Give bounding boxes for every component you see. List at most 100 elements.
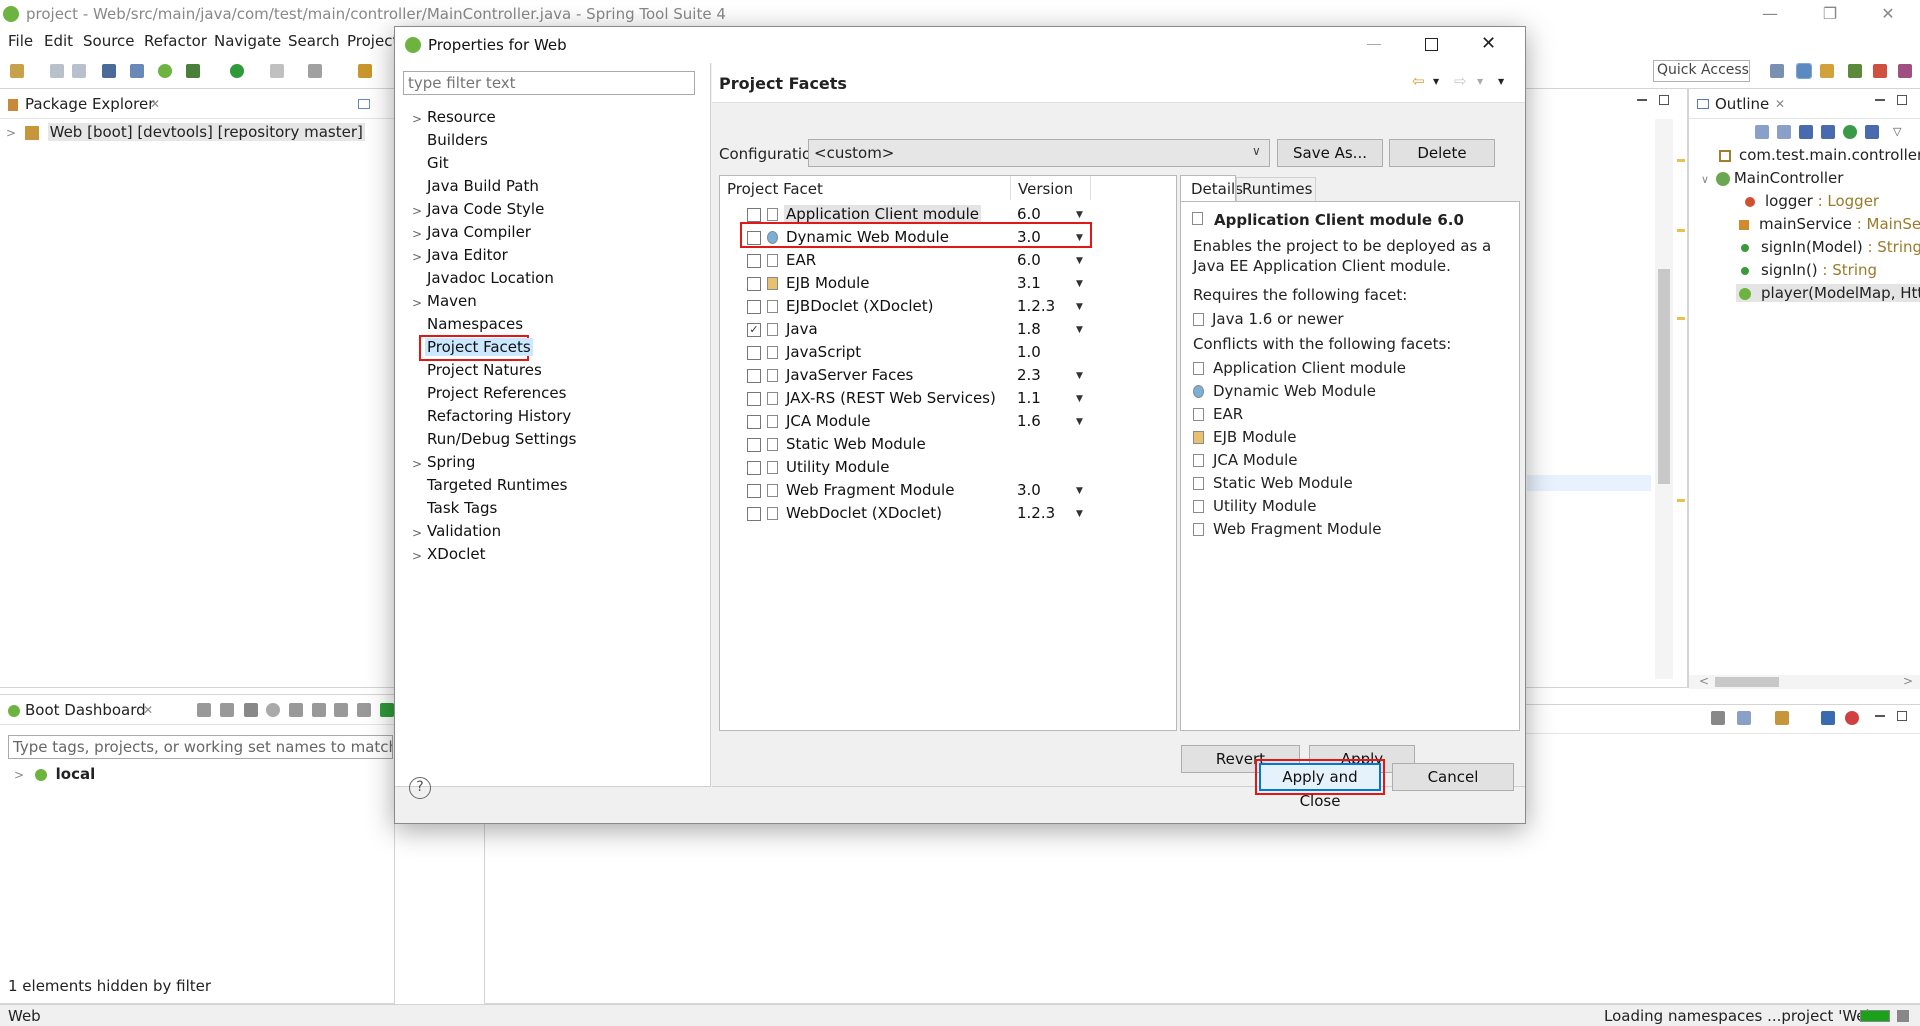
menu-source[interactable]: Source	[83, 32, 135, 50]
dialog-maximize-button[interactable]	[1425, 38, 1438, 51]
hide-local-types-icon[interactable]	[1865, 125, 1879, 139]
expand-chevron-icon[interactable]: >	[412, 112, 422, 126]
forward-arrow-icon[interactable]: ⇨	[1454, 72, 1467, 90]
minimize-view-icon[interactable]	[1637, 99, 1647, 101]
facet-checkbox[interactable]	[747, 438, 761, 452]
collapse-all-icon[interactable]	[1755, 125, 1769, 139]
nav-item-refactoring-history[interactable]: Refactoring History	[427, 407, 571, 425]
git-perspective-icon[interactable]	[1873, 64, 1887, 78]
display-console-icon[interactable]	[1737, 711, 1751, 725]
start-icon[interactable]	[197, 703, 211, 717]
nav-item-task-tags[interactable]: Task Tags	[427, 499, 497, 517]
facet-row[interactable]: Utility Module	[720, 457, 1176, 479]
version-dropdown-icon[interactable]: ▼	[1076, 279, 1083, 289]
nav-item-validation[interactable]: Validation	[427, 522, 501, 540]
expand-chevron-icon[interactable]: >	[6, 126, 16, 140]
version-dropdown-icon[interactable]: ▼	[1076, 371, 1083, 381]
console-icon[interactable]	[102, 64, 116, 78]
facet-checkbox[interactable]	[747, 461, 761, 475]
open-console-icon[interactable]	[1821, 711, 1835, 725]
stop-app-icon[interactable]	[244, 703, 258, 717]
back-arrow-icon[interactable]: ⇦	[1412, 72, 1425, 90]
scroll-thumb[interactable]	[1715, 677, 1779, 687]
scroll-thumb[interactable]	[1658, 269, 1670, 484]
outline-item[interactable]: signIn(Model) : String	[1741, 238, 1920, 256]
open-type-icon[interactable]	[358, 64, 372, 78]
nav-item-java-compiler[interactable]: Java Compiler	[427, 223, 531, 241]
boot-dashboard-close-icon[interactable]: ✕	[143, 703, 153, 717]
dialog-close-button[interactable]: ✕	[1481, 33, 1496, 54]
boot-dashboard-tab[interactable]: Boot Dashboard	[25, 701, 146, 719]
facet-version[interactable]: 3.1	[1017, 274, 1041, 292]
view-menu-icon[interactable]: ▼	[1498, 77, 1504, 86]
menu-edit[interactable]: Edit	[44, 32, 73, 50]
facet-row[interactable]: EJBDoclet (XDoclet) 1.2.3 ▼	[720, 296, 1176, 318]
version-dropdown-icon[interactable]: ▼	[1076, 394, 1083, 404]
tree-item[interactable]: > local	[14, 765, 95, 783]
menu-search[interactable]: Search	[288, 32, 340, 50]
scroll-right-icon[interactable]: >	[1903, 674, 1913, 688]
hide-fields-icon[interactable]	[1799, 125, 1813, 139]
nav-item-java-editor[interactable]: Java Editor	[427, 246, 508, 264]
external-tools-icon[interactable]	[308, 64, 322, 78]
facet-checkbox[interactable]	[747, 415, 761, 429]
version-dropdown-icon[interactable]: ▼	[1076, 417, 1083, 427]
nav-item-builders[interactable]: Builders	[427, 131, 488, 149]
facet-version[interactable]: 2.3	[1017, 366, 1041, 384]
facet-col-header[interactable]: Project Facet	[727, 180, 823, 198]
version-dropdown-icon[interactable]: ▼	[1076, 486, 1083, 496]
facet-version[interactable]: 6.0	[1017, 251, 1041, 269]
facet-checkbox[interactable]	[747, 346, 761, 360]
nav-item-targeted-runtimes[interactable]: Targeted Runtimes	[427, 476, 567, 494]
configuration-combo[interactable]: <custom> ∨	[808, 139, 1270, 167]
scroll-left-icon[interactable]: <	[1699, 674, 1709, 688]
delete-button[interactable]: Delete	[1389, 139, 1495, 167]
progress-stop-icon[interactable]	[1897, 1010, 1909, 1022]
facet-checkbox[interactable]	[747, 277, 761, 291]
menu-refactor[interactable]: Refactor	[144, 32, 207, 50]
edit-icon[interactable]	[312, 703, 326, 717]
version-dropdown-icon[interactable]: ▼	[1076, 302, 1083, 312]
minimize-view-icon[interactable]	[1875, 715, 1885, 717]
expose-icon[interactable]	[357, 703, 371, 717]
nav-item-project-references[interactable]: Project References	[427, 384, 566, 402]
facet-version[interactable]: 1.6	[1017, 412, 1041, 430]
save-icon[interactable]	[50, 64, 64, 78]
sort-icon[interactable]	[1777, 125, 1791, 139]
facet-checkbox[interactable]: ✓	[747, 323, 761, 337]
expand-chevron-icon[interactable]: >	[412, 457, 422, 471]
run-icon[interactable]	[230, 64, 244, 78]
filter-input[interactable]	[403, 71, 695, 95]
expand-chevron-icon[interactable]: >	[14, 768, 24, 782]
outline-item[interactable]: signIn() : String	[1741, 261, 1877, 279]
facet-version[interactable]: 1.8	[1017, 320, 1041, 338]
nav-item-java-build-path[interactable]: Java Build Path	[427, 177, 539, 195]
facet-row[interactable]: Web Fragment Module 3.0 ▼	[720, 480, 1176, 502]
outline-close-icon[interactable]: ✕	[1775, 97, 1785, 111]
editor-scrollbar[interactable]	[1655, 119, 1673, 679]
outline-tab[interactable]: Outline	[1715, 95, 1769, 113]
version-dropdown-icon[interactable]: ▼	[1076, 509, 1083, 519]
open-console-icon[interactable]	[289, 703, 303, 717]
outline-hscrollbar[interactable]: < >	[1689, 674, 1920, 689]
outline-item[interactable]: logger : Logger	[1745, 192, 1879, 210]
nav-item-project-natures[interactable]: Project Natures	[427, 361, 542, 379]
new-console-icon[interactable]	[1775, 711, 1789, 725]
facet-row[interactable]: JavaScript 1.0	[720, 342, 1176, 364]
facet-checkbox[interactable]	[747, 507, 761, 521]
nav-item-java-code-style[interactable]: Java Code Style	[427, 200, 544, 218]
java-perspective-icon[interactable]	[1796, 63, 1812, 79]
back-menu-icon[interactable]: ▼	[1433, 77, 1439, 86]
facet-row[interactable]: EAR 6.0 ▼	[720, 250, 1176, 272]
view-menu-icon[interactable]: ▽	[1893, 125, 1901, 138]
outline-item[interactable]: com.test.main.controller	[1719, 146, 1920, 164]
close-window-button[interactable]: ✕	[1878, 4, 1898, 24]
facet-row[interactable]: WebDoclet (XDoclet) 1.2.3 ▼	[720, 503, 1176, 525]
open-browser-icon[interactable]	[266, 703, 280, 717]
facet-version[interactable]: 1.1	[1017, 389, 1041, 407]
facet-checkbox[interactable]	[747, 392, 761, 406]
restore-button[interactable]: ❐	[1820, 4, 1840, 24]
maximize-view-icon[interactable]	[1897, 95, 1907, 105]
spring-boot-icon[interactable]	[158, 64, 172, 78]
skip-breakpoints-icon[interactable]	[130, 64, 144, 78]
